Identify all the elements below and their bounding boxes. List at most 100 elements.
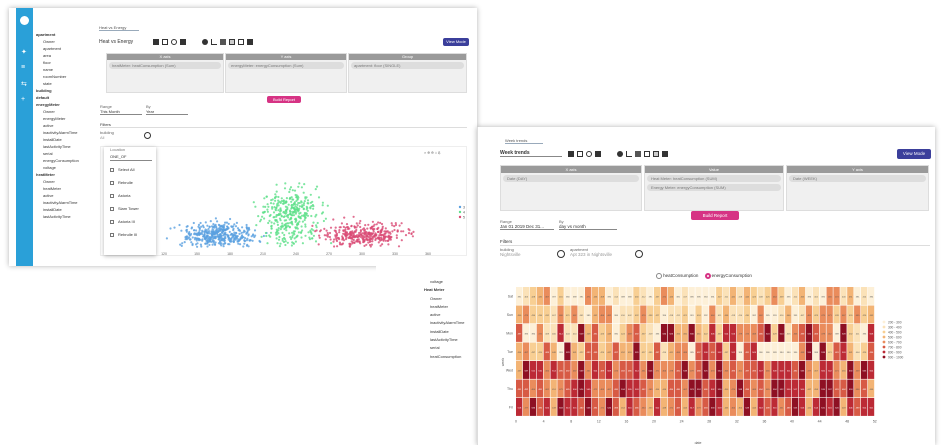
radio-energy-icon[interactable] — [704, 273, 711, 279]
checkbox-icon[interactable] — [110, 232, 114, 237]
tree-item[interactable]: heatMeter — [424, 303, 465, 311]
apartment-filter-icon[interactable] — [635, 250, 643, 258]
x-axis-drop[interactable]: X axis Date (DAY) — [500, 165, 642, 211]
building-value[interactable]: All — [100, 135, 104, 140]
tree-item[interactable]: lastActivityTime — [36, 143, 96, 150]
tree-item[interactable]: serial — [36, 150, 96, 157]
table-icon[interactable] — [247, 39, 253, 45]
tree-item[interactable]: active — [36, 122, 96, 129]
list-icon[interactable]: ≡ — [21, 64, 25, 71]
scatter-icon[interactable] — [229, 39, 235, 45]
building-value[interactable]: Nightsville — [500, 252, 521, 257]
x-axis-chip[interactable]: heatMeter: heatConsumption (Sum) — [109, 62, 221, 69]
tree-item[interactable]: building — [36, 87, 96, 94]
tree-item[interactable]: voltage — [424, 278, 465, 286]
x-axis-drop[interactable]: X axis heatMeter: heatConsumption (Sum) — [106, 53, 224, 93]
chart-tools[interactable]: ⌕ ⊕ ⊖ ⌂ ⇩ — [424, 150, 441, 155]
tree-item[interactable]: Heat Meter — [424, 286, 465, 294]
building-filter-icon[interactable] — [557, 250, 565, 258]
checkbox-icon[interactable] — [110, 167, 114, 172]
tab-heat-vs-energy[interactable]: Heat vs Energy — [99, 25, 139, 31]
value-drop[interactable]: Value Heat Meter: heatConsumption (SUM) … — [644, 165, 784, 211]
tree-item[interactable]: Owner — [36, 38, 96, 45]
copy-icon[interactable] — [577, 151, 583, 157]
scatter-icon[interactable] — [644, 151, 650, 157]
tree-item[interactable]: roomNumber — [36, 73, 96, 80]
tree-item[interactable]: voltage — [36, 164, 96, 171]
save-icon[interactable] — [153, 39, 159, 45]
report-title[interactable]: Heat vs Energy — [99, 39, 133, 45]
group-chip[interactable]: apartment: floor (SINGLE) — [351, 62, 464, 69]
tree-item[interactable]: default — [36, 94, 96, 101]
y-axis-drop[interactable]: Y axis Date (WEEK) — [786, 165, 929, 211]
sparkle-icon[interactable]: ✦ — [21, 48, 27, 56]
build-report-button[interactable]: Build Report — [691, 211, 739, 220]
checkbox-icon[interactable] — [110, 193, 114, 198]
tab-week-trends[interactable]: Week trends — [505, 138, 543, 144]
tree-item[interactable]: inactivityAlarmTime — [36, 199, 96, 206]
tree-item[interactable]: heatConsumption — [424, 353, 465, 361]
tree-item[interactable]: active — [36, 192, 96, 199]
history-icon[interactable] — [586, 151, 592, 157]
line-chart-icon[interactable] — [626, 151, 632, 157]
heatmap-icon[interactable] — [653, 151, 659, 157]
share-icon[interactable]: ⇆ — [21, 80, 27, 88]
pie-icon[interactable] — [617, 151, 623, 157]
tree-item[interactable]: serial — [424, 344, 465, 352]
tree-item[interactable]: heatMeter — [36, 185, 96, 192]
tree-item[interactable]: energyMeter — [36, 101, 96, 108]
tree-item[interactable]: name — [36, 66, 96, 73]
add-icon[interactable]: + — [21, 96, 25, 103]
value-chip-heat[interactable]: Heat Meter: heatConsumption (SUM) — [647, 175, 781, 182]
radio-heat-icon[interactable] — [656, 273, 662, 279]
save-icon[interactable] — [568, 151, 574, 157]
tree-item[interactable]: apartment — [36, 45, 96, 52]
menu-option[interactable]: Select All — [104, 163, 156, 176]
filter-settings-icon[interactable] — [144, 132, 151, 139]
range-select[interactable]: Jan 01 2019 Dec 31... — [500, 224, 554, 230]
y-axis-chip[interactable]: energyMeter: energyConsumption (Sum) — [228, 62, 344, 69]
checkbox-icon[interactable] — [110, 206, 114, 211]
area-icon[interactable] — [238, 39, 244, 45]
tree-item[interactable]: state — [36, 80, 96, 87]
tree-item[interactable]: Owner — [36, 178, 96, 185]
build-report-button[interactable]: Build Report — [267, 96, 301, 103]
location-filter-menu[interactable]: Location ONE_OF Select All Rebrulle Astori… — [104, 147, 156, 255]
tree-item[interactable]: installDate — [36, 206, 96, 213]
history-icon[interactable] — [171, 39, 177, 45]
tree-item[interactable]: active — [424, 311, 465, 319]
tree-item[interactable]: installDate — [424, 328, 465, 336]
menu-option[interactable]: Rebrulle — [104, 176, 156, 189]
y-axis-drop[interactable]: Y axis energyMeter: energyConsumption (S… — [225, 53, 347, 93]
report-title[interactable]: Week trends — [500, 150, 562, 157]
menu-operator[interactable]: ONE_OF — [110, 153, 152, 161]
menu-option[interactable]: Astoria III — [104, 215, 156, 228]
tree-item[interactable]: installDate — [36, 136, 96, 143]
tree-item[interactable]: inactivityAlarmTime — [424, 319, 465, 327]
bar-chart-icon[interactable] — [635, 151, 641, 157]
tree-item[interactable]: energyConsumption — [36, 157, 96, 164]
table-icon[interactable] — [662, 151, 668, 157]
checkbox-icon[interactable] — [110, 180, 114, 185]
menu-option[interactable]: Astoria — [104, 189, 156, 202]
tree-item[interactable]: energyMeter — [36, 115, 96, 122]
line-chart-icon[interactable] — [211, 39, 217, 45]
checkbox-icon[interactable] — [110, 219, 114, 224]
bar-chart-icon[interactable] — [220, 39, 226, 45]
apartment-value[interactable]: Apt 323 in Nightsville — [570, 252, 612, 257]
tree-item[interactable]: heatMeter — [36, 171, 96, 178]
menu-option[interactable]: Rebrulle III — [104, 228, 156, 241]
by-select[interactable]: Year — [146, 109, 188, 115]
menu-option[interactable]: Siam Tower — [104, 202, 156, 215]
tree-item[interactable]: floor — [36, 59, 96, 66]
tree-item[interactable]: Owner — [36, 108, 96, 115]
tree-item[interactable]: apartment — [36, 31, 96, 38]
view-mode-button[interactable]: View Mode — [897, 149, 931, 159]
value-chip-energy[interactable]: Energy Meter: energyConsumption (SUM) — [647, 184, 781, 191]
tree-item[interactable]: lastActivityTime — [36, 213, 96, 220]
tree-item[interactable]: area — [36, 52, 96, 59]
y-axis-chip[interactable]: Date (WEEK) — [789, 175, 926, 182]
tree-item[interactable]: inactivityAlarmTime — [36, 129, 96, 136]
pie-icon[interactable] — [202, 39, 208, 45]
delete-icon[interactable] — [595, 151, 601, 157]
